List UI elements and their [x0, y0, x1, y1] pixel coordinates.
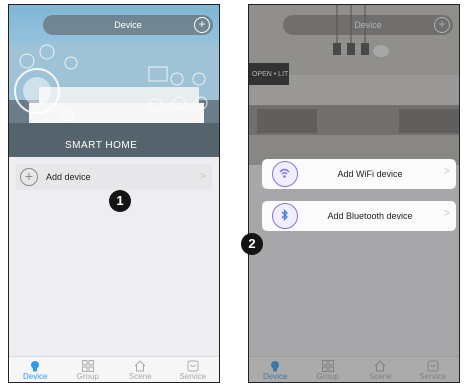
- tab-label-device: Device: [23, 372, 48, 381]
- add-plus-icon[interactable]: +: [194, 17, 210, 33]
- phone-screen-add-menu: OPEN • LIT Device + Device Group Scene S…: [248, 4, 460, 383]
- tab-label-scene: Scene: [128, 372, 152, 381]
- chevron-right-icon: >: [444, 166, 450, 177]
- add-circle-icon: +: [20, 168, 38, 186]
- add-wifi-device-option[interactable]: Add WiFi device >: [262, 159, 456, 189]
- header-title: Device: [114, 20, 142, 30]
- home-icon: [134, 360, 146, 372]
- step-1-badge: 1: [109, 190, 131, 212]
- tab-label-group: Group: [76, 372, 99, 381]
- add-bluetooth-device-option[interactable]: Add Bluetooth device >: [262, 201, 456, 231]
- tab-scene[interactable]: Scene: [114, 357, 167, 382]
- tab-group[interactable]: Group: [62, 357, 115, 382]
- bulb-icon: [31, 361, 40, 372]
- chevron-right-icon: >: [444, 208, 450, 219]
- grid-icon: [81, 360, 94, 372]
- tab-service[interactable]: Service: [167, 357, 220, 382]
- chevron-right-icon: >: [200, 171, 206, 182]
- add-device-label: Add device: [46, 172, 91, 182]
- tab-bar: Device Group Scene Service: [9, 356, 219, 382]
- smart-home-caption: SMART HOME: [65, 140, 138, 151]
- add-bluetooth-device-label: Add Bluetooth device: [327, 211, 413, 221]
- tab-label-service: Service: [179, 372, 207, 381]
- tab-device[interactable]: Device: [9, 357, 62, 382]
- header-title-bar: Device +: [43, 15, 213, 35]
- chat-icon: [187, 360, 199, 372]
- add-device-row[interactable]: + Add device >: [16, 164, 212, 190]
- add-wifi-device-label: Add WiFi device: [337, 169, 403, 179]
- step-2-badge: 2: [241, 233, 263, 255]
- modal-overlay[interactable]: [249, 5, 459, 382]
